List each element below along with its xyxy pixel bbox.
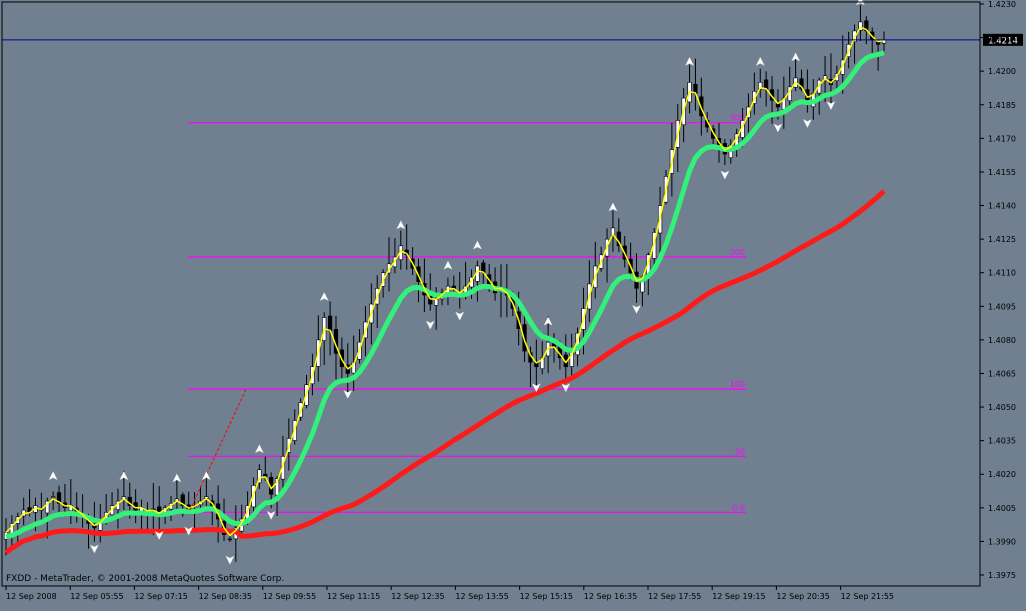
chart-canvas[interactable]: 0.050100200300 1.4214 1.42301.42151.4200…: [0, 0, 1026, 607]
y-tick-label: 1.4005: [988, 504, 1016, 513]
candle-down: [764, 79, 769, 90]
candle-down: [227, 538, 233, 541]
x-tick-label: 12 Sep 2008: [6, 592, 57, 601]
fib-level-label: 200: [730, 248, 745, 257]
y-tick-label: 1.3975: [988, 571, 1016, 580]
x-tick-label: 12 Sep 11:15: [327, 592, 380, 601]
x-tick-label: 12 Sep 09:55: [263, 592, 316, 601]
y-tick-label: 1.4110: [988, 269, 1016, 278]
candle-down: [876, 41, 881, 45]
x-tick-label: 12 Sep 16:35: [584, 592, 637, 601]
x-tick-label: 12 Sep 17:55: [648, 592, 701, 601]
y-tick-label: 1.4020: [988, 470, 1016, 479]
y-tick-label: 1.4170: [988, 134, 1016, 143]
y-tick-label: 1.4035: [988, 437, 1016, 446]
x-tick-label: 12 Sep 12:35: [391, 592, 444, 601]
candle-down: [263, 473, 268, 477]
y-tick-label: 1.4230: [988, 0, 1016, 9]
y-tick-label: 1.4140: [988, 202, 1016, 211]
candle-down: [327, 315, 333, 332]
y-tick-label: 1.4185: [988, 101, 1016, 110]
y-tick-label: 1.4095: [988, 302, 1016, 311]
y-tick-label: 1.4065: [988, 369, 1016, 378]
y-tick-label: 1.4155: [988, 168, 1016, 177]
y-tick-label: 1.4050: [988, 403, 1016, 412]
candle-up: [51, 496, 56, 498]
y-tick-label: 1.4125: [988, 235, 1016, 244]
x-tick-label: 12 Sep 08:35: [199, 592, 252, 601]
fib-level-label: 0.0: [732, 503, 745, 512]
fib-level-label: 50: [735, 447, 745, 456]
x-tick-label: 12 Sep 21:55: [841, 592, 894, 601]
y-tick-label: 1.4200: [988, 67, 1016, 76]
x-tick-label: 12 Sep 07:15: [134, 592, 187, 601]
x-tick-label: 12 Sep 05:55: [70, 592, 123, 601]
x-tick-label: 12 Sep 20:35: [776, 592, 829, 601]
chart-copyright: FXDD - MetaTrader, © 2001-2008 MetaQuote…: [6, 574, 285, 584]
y-tick-label: 1.4080: [988, 336, 1016, 345]
x-tick-label: 12 Sep 15:15: [520, 592, 573, 601]
x-tick-label: 12 Sep 19:15: [712, 592, 765, 601]
candle-up: [434, 299, 439, 306]
candle-down: [775, 103, 781, 108]
fib-level-label: 100: [730, 380, 745, 389]
y-tick-label: 1.3990: [988, 537, 1016, 546]
price-chart[interactable]: 0.0 50 100 200 300 1.4214 1.4230 1.4215 1.4200…: [0, 0, 1026, 607]
x-tick-label: 12 Sep 13:55: [455, 592, 508, 601]
y-tick-label: 1.4215: [988, 34, 1016, 43]
